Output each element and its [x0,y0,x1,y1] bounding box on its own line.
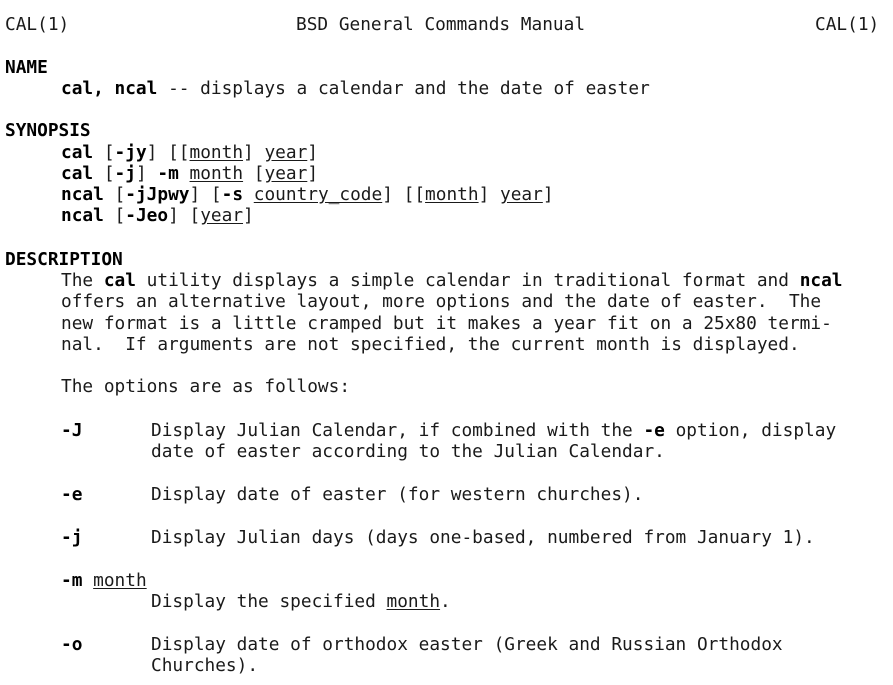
syn-arg: year [264,142,308,163]
section-name-heading: NAME [5,57,48,78]
option-m-desc: Display the specified month. [151,591,451,612]
syn-text: ] [478,184,500,205]
syn-flags: -jy [114,142,147,163]
synopsis-line-3: ncal [-jJpwy] [-s country_code] [[month]… [61,184,554,205]
syn-text: ] [ [168,205,201,226]
header-center: BSD General Commands Manual [296,14,586,35]
option-o-flag: -o [61,634,83,655]
desc-text: The [61,270,104,291]
option-J-flag: -J [61,420,83,441]
opt-text: . [440,591,451,612]
syn-text: [ [103,184,126,205]
options-intro: The options are as follows: [61,376,351,397]
syn-arg: month [425,184,479,205]
syn-arg: year [264,163,308,184]
opt-text: Display Julian Calendar, if combined wit… [151,420,644,441]
syn-text: ] [243,205,254,226]
syn-flags: -Jeo [125,205,169,226]
desc-text: utility displays a simple calendar in tr… [135,270,800,291]
option-m-arg: month [93,570,147,591]
syn-arg: year [200,205,244,226]
syn-text [179,163,190,184]
synopsis-line-1: cal [-jy] [[month] year] [61,142,318,163]
header-left: CAL(1) [5,14,70,35]
syn-arg: year [500,184,543,205]
desc-bold: ncal [799,270,843,291]
syn-text: ] [ [189,184,222,205]
opt-text: option, display [664,420,837,441]
option-j-flag: -j [61,527,83,548]
syn-arg: month [189,163,244,184]
synopsis-line-2: cal [-j] -m month [year] [61,163,318,184]
syn-flags: -m [157,163,179,184]
name-line: cal, ncal -- displays a calendar and the… [61,78,650,99]
name-commands: cal, ncal [61,78,158,99]
opt-bold: -e [643,420,665,441]
name-description: -- displays a calendar and the date of e… [157,78,650,99]
syn-text: ] [542,184,554,205]
syn-cmd: cal [61,142,94,163]
option-J-desc-2: date of easter according to the Julian C… [151,441,665,462]
option-e-flag: -e [61,484,83,505]
option-o-desc-1: Display date of orthodox easter (Greek a… [151,634,783,655]
section-synopsis-heading: SYNOPSIS [5,120,91,141]
description-line-3: new format is a little cramped but it ma… [61,313,832,334]
syn-text: [ [93,142,115,163]
syn-text: [ [243,163,265,184]
header-right: CAL(1) [815,14,880,35]
description-line-1: The cal utility displays a simple calend… [61,270,843,291]
syn-flags: -j [114,163,136,184]
syn-text: ] [307,163,319,184]
syn-text [243,184,254,205]
syn-flags: -jJpwy [125,184,190,205]
section-description-heading: DESCRIPTION [5,249,123,270]
opt-arg: month [386,591,441,612]
syn-cmd: ncal [61,205,104,226]
synopsis-line-4: ncal [-Jeo] [year] [61,205,254,226]
desc-bold: cal [103,270,136,291]
syn-arg: country_code [253,184,383,205]
option-o-desc-2: Churches). [151,655,259,676]
syn-flags: -s [221,184,244,205]
description-line-4: nal. If arguments are not specified, the… [61,334,800,355]
syn-cmd: ncal [61,184,104,205]
description-line-2: offers an alternative layout, more optio… [61,291,822,312]
syn-text: ] [[ [382,184,426,205]
opt-text: Display the specified [151,591,387,612]
syn-text: ] [135,163,158,184]
syn-arg: month [189,142,244,163]
syn-text: [ [93,163,115,184]
option-m-flag: -m [61,570,83,591]
syn-text: ] [243,142,265,163]
syn-text: ] [[ [146,142,190,163]
syn-text: ] [307,142,318,163]
syn-text: [ [103,205,126,226]
option-J-desc-1: Display Julian Calendar, if combined wit… [151,420,836,441]
option-j-desc: Display Julian days (days one-based, num… [151,527,815,548]
option-m-heading: -m month [61,570,147,591]
syn-cmd: cal [61,163,94,184]
option-e-desc: Display date of easter (for western chur… [151,484,644,505]
